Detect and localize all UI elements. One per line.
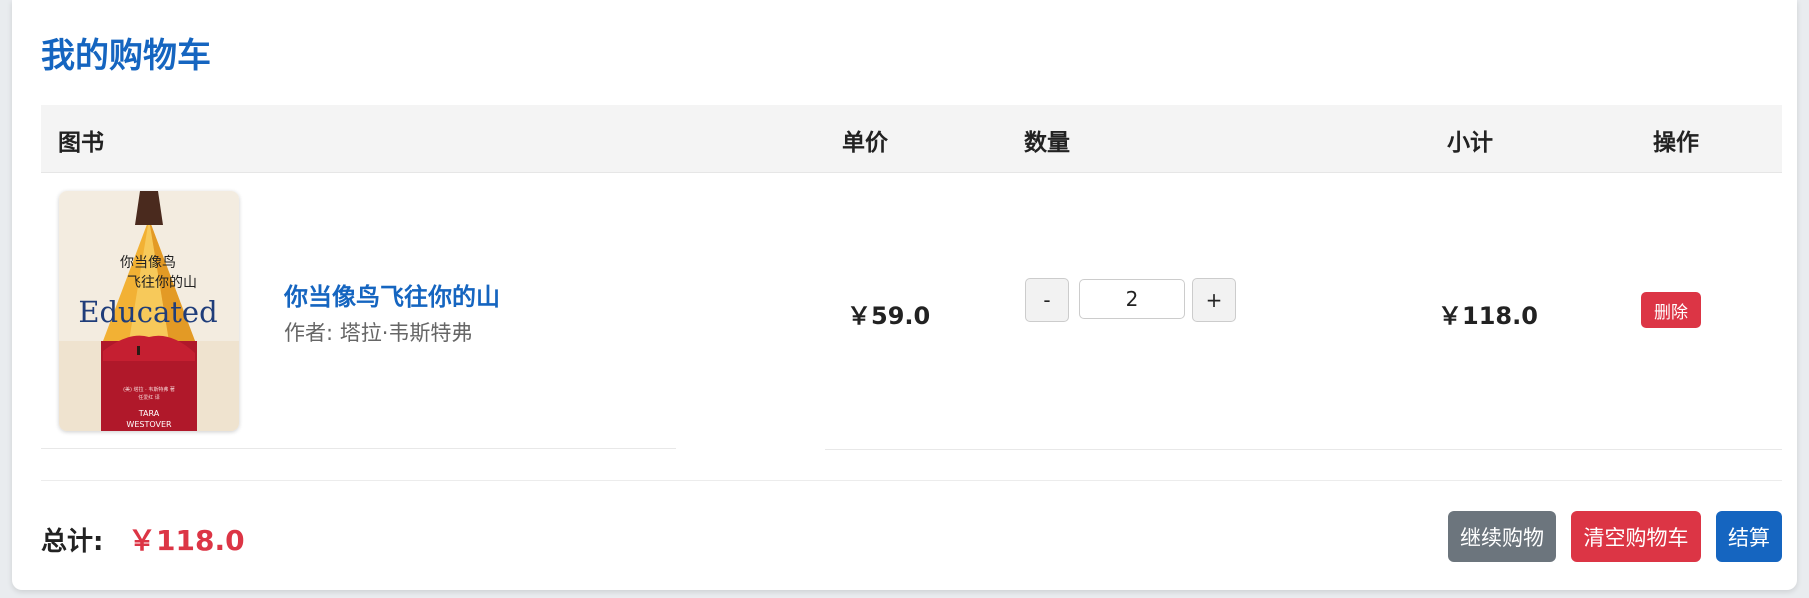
checkout-button[interactable]: 结算 (1716, 511, 1782, 562)
book-title-link[interactable]: 你当像鸟飞往你的山 (284, 277, 500, 312)
cart-card: 我的购物车 图书 单价 数量 小计 操作 你当像鸟 飞往你的山 Educated… (12, 0, 1797, 590)
total-label: 总计: (41, 527, 104, 557)
subtotal: ￥118.0 (1438, 302, 1538, 330)
continue-shopping-button[interactable]: 继续购物 (1448, 511, 1556, 562)
footer-divider (41, 480, 1782, 481)
cover-title-line1: 你当像鸟 (120, 255, 176, 271)
quantity-decrement-button[interactable]: - (1025, 278, 1069, 322)
cover-credit-line1: (美) 塔拉 · 韦斯特弗 著 (123, 386, 175, 393)
cover-english-title: Educated (78, 295, 217, 329)
book-author: 作者: 塔拉·韦斯特弗 (284, 321, 473, 345)
book-cover-art: 你当像鸟 飞往你的山 Educated (美) 塔拉 · 韦斯特弗 著 任爱红 … (59, 191, 239, 431)
clear-cart-button[interactable]: 清空购物车 (1571, 511, 1701, 562)
quantity-input[interactable] (1079, 279, 1185, 319)
page-title: 我的购物车 (41, 36, 211, 76)
header-quantity: 数量 (1024, 130, 1070, 156)
row-divider-left (41, 448, 676, 449)
total-value: ￥118.0 (128, 524, 245, 557)
cover-credit-line2: 任爱红 译 (138, 394, 160, 401)
unit-price: ￥59.0 (847, 302, 931, 330)
cover-author-line2: WESTOVER (126, 420, 172, 429)
book-cover-image[interactable]: 你当像鸟 飞往你的山 Educated (美) 塔拉 · 韦斯特弗 著 任爱红 … (59, 191, 239, 431)
cover-title-line2: 飞往你的山 (127, 275, 197, 291)
header-book: 图书 (58, 130, 104, 156)
header-actions: 操作 (1653, 130, 1699, 156)
cover-author-line1: TARA (138, 409, 160, 418)
delete-button[interactable]: 删除 (1641, 292, 1701, 328)
header-unit-price: 单价 (842, 130, 888, 156)
table-header: 图书 单价 数量 小计 操作 (41, 105, 1782, 173)
header-subtotal: 小计 (1447, 130, 1493, 156)
quantity-increment-button[interactable]: + (1192, 278, 1236, 322)
row-divider-right (825, 449, 1782, 450)
